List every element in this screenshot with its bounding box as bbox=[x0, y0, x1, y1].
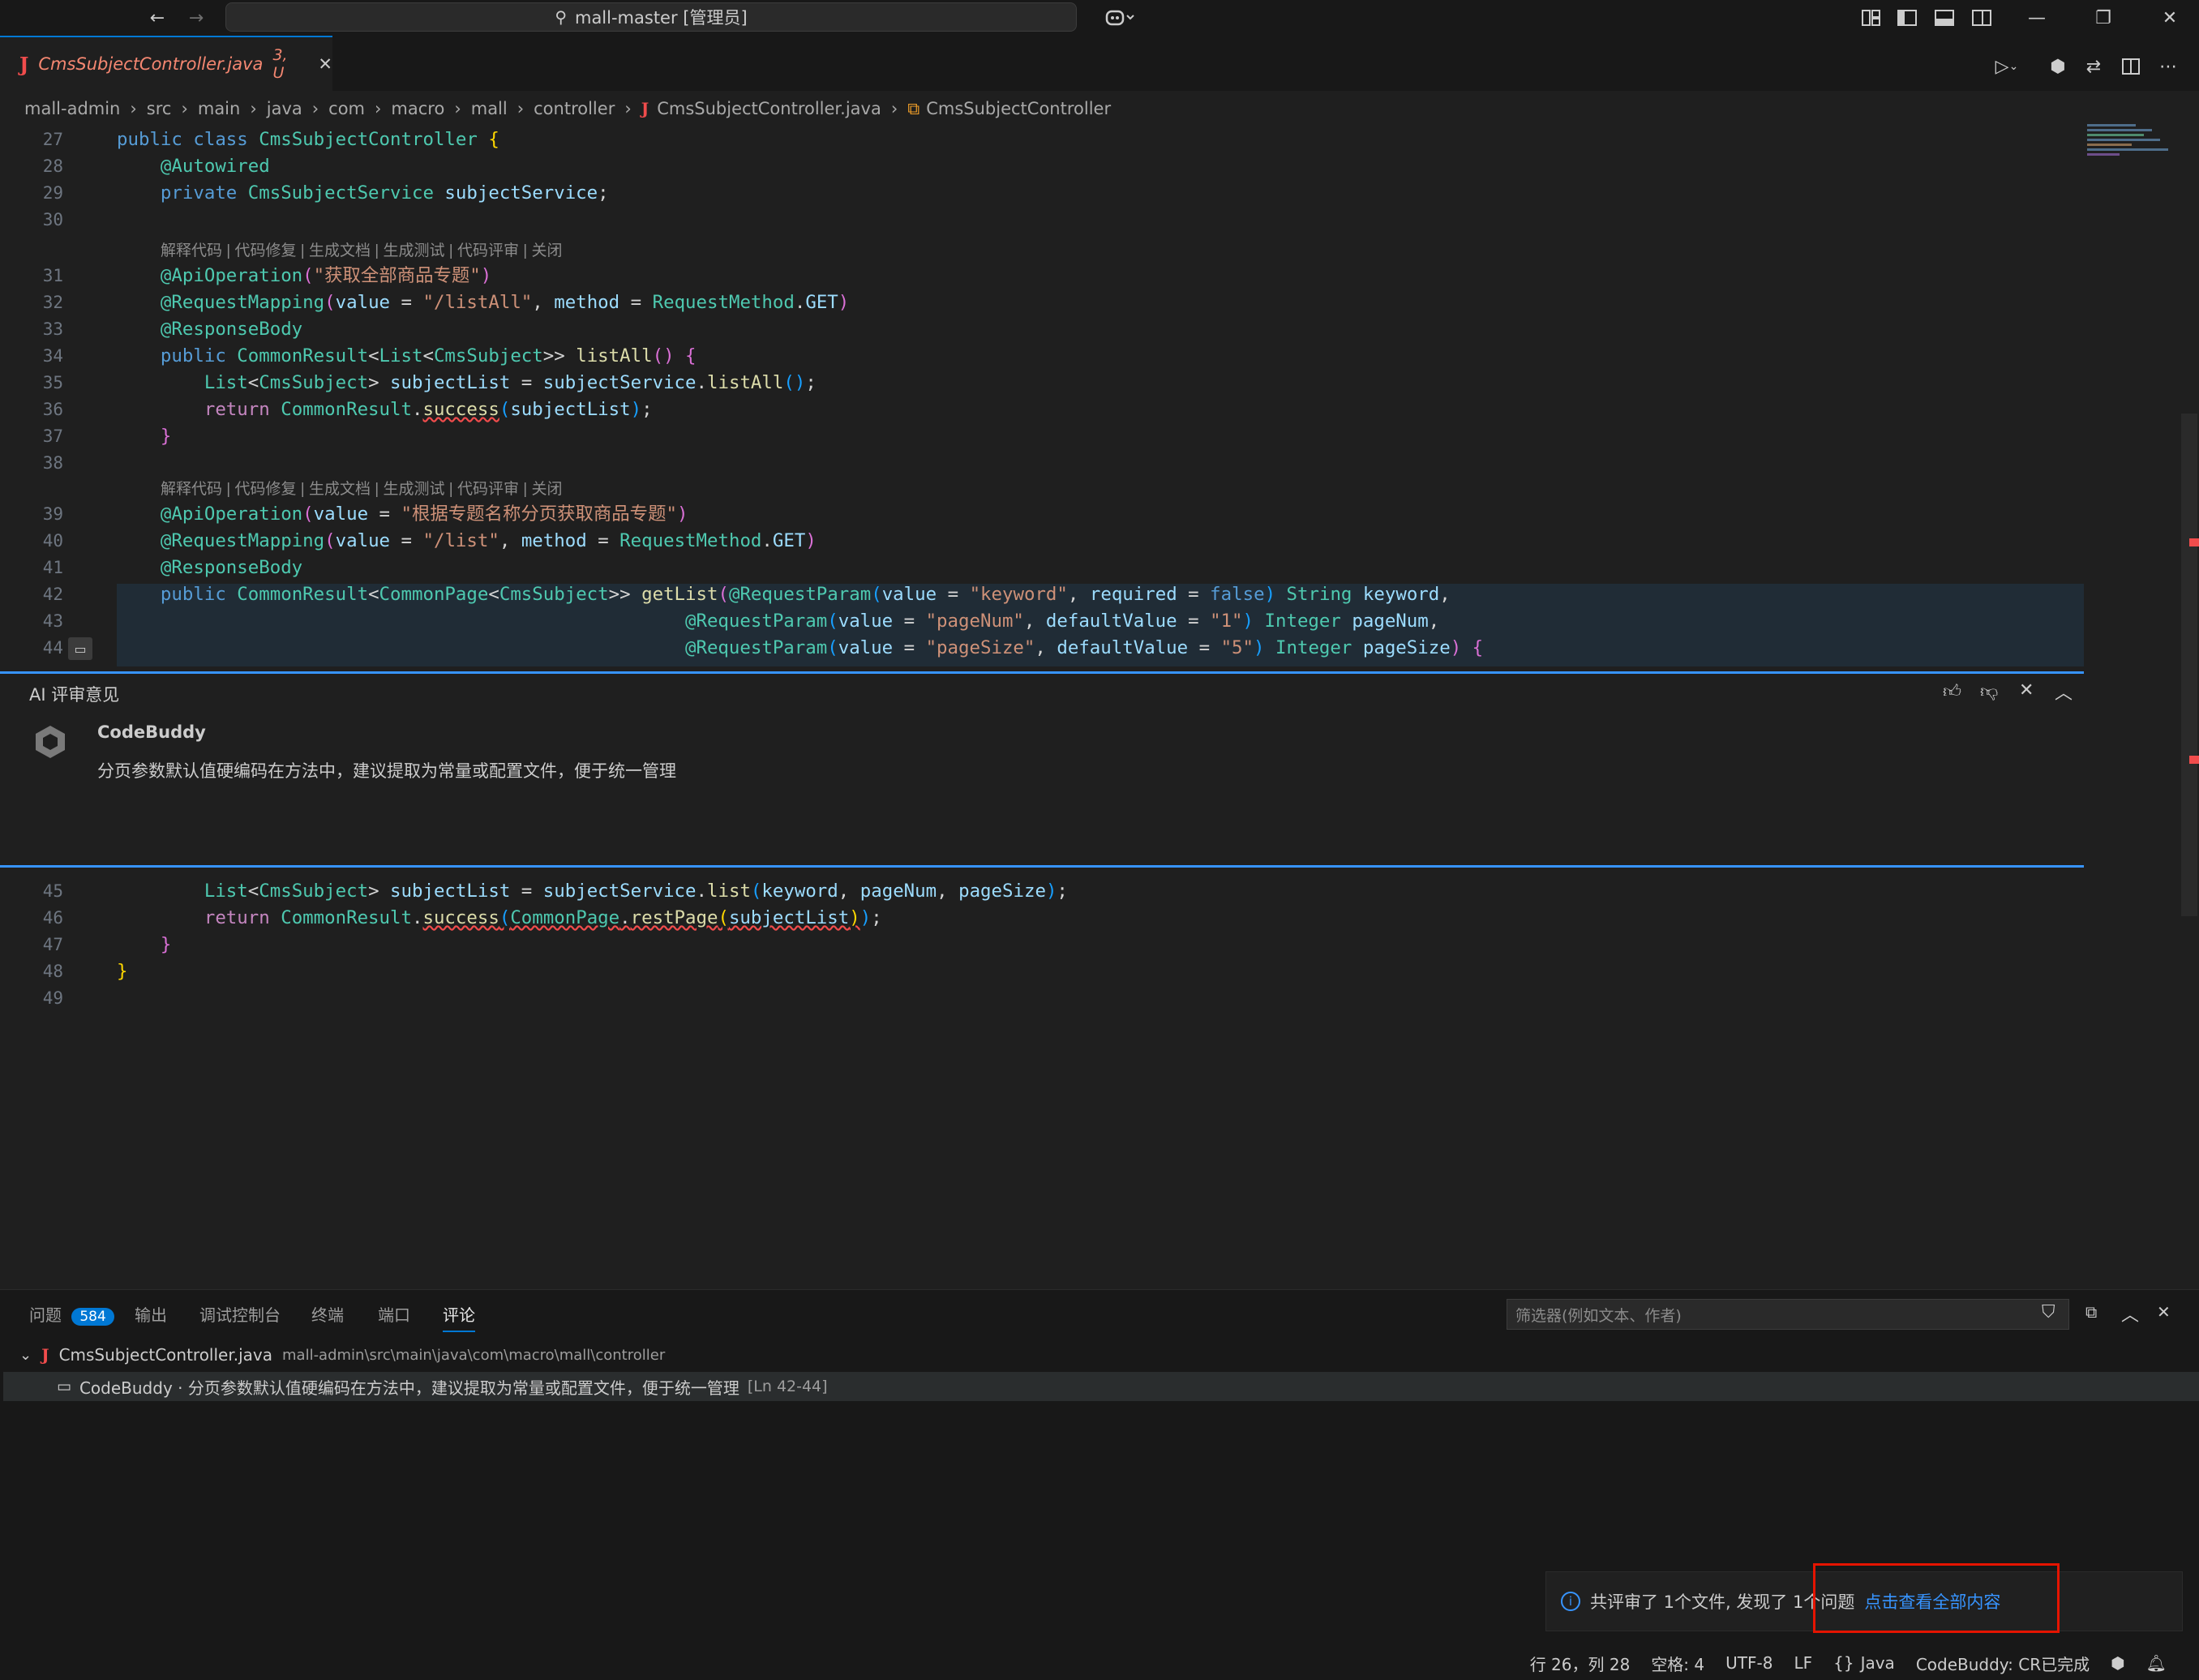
maximize-panel-icon[interactable]: ︿ bbox=[2121, 1301, 2139, 1326]
minimize-icon[interactable]: — bbox=[2024, 5, 2050, 31]
split-editor-icon[interactable] bbox=[2118, 54, 2144, 79]
highlight-box bbox=[1813, 1563, 2060, 1633]
review-author: CodeBuddy bbox=[97, 722, 206, 742]
review-comment: 分页参数默认值硬编码在方法中，建议提取为常量或配置文件，便于统一管理 bbox=[97, 761, 676, 781]
codelens-actions[interactable]: 解释代码 | 代码修复 | 生成文档 | 生成测试 | 代码评审 | 关闭 bbox=[161, 477, 562, 499]
class-symbol-icon: ⧉ bbox=[907, 98, 920, 118]
breadcrumb-item[interactable]: CmsSubjectController.java bbox=[657, 99, 881, 118]
codelens-actions[interactable]: 解释代码 | 代码修复 | 生成文档 | 生成测试 | 代码评审 | 关闭 bbox=[161, 238, 562, 260]
status-cursor-position[interactable]: 行 26，列 28 bbox=[1530, 1652, 1631, 1675]
comment-icon: ▭ bbox=[57, 1378, 71, 1395]
review-title: AI 评审意见 bbox=[29, 685, 120, 705]
back-arrow-icon[interactable]: ← bbox=[144, 5, 170, 31]
command-center-search[interactable]: ⚲ mall-master [管理员] bbox=[225, 2, 1077, 32]
error-marker bbox=[2189, 538, 2199, 546]
close-window-icon[interactable]: ✕ bbox=[2157, 5, 2183, 31]
close-panel-icon[interactable]: ✕ bbox=[2157, 1302, 2171, 1322]
braces-icon: {} bbox=[1833, 1653, 1854, 1673]
codebuddy-avatar bbox=[32, 724, 68, 760]
problems-count-badge: 584 bbox=[71, 1308, 114, 1326]
comment-item-row[interactable]: ▭ CodeBuddy · 分页参数默认值硬编码在方法中，建议提取为常量或配置文… bbox=[3, 1372, 2199, 1401]
search-icon: ⚲ bbox=[555, 7, 567, 27]
compare-changes-icon[interactable]: ⇄ bbox=[2081, 54, 2107, 79]
java-file-icon: J bbox=[641, 99, 649, 118]
copilot-icon[interactable] bbox=[1096, 5, 1145, 31]
restore-icon[interactable]: ❐ bbox=[2090, 5, 2116, 31]
codebuddy-toolbar-icon[interactable]: ⬢ bbox=[2045, 54, 2071, 79]
collapse-icon[interactable]: ︿ bbox=[2055, 679, 2073, 705]
tab-terminal[interactable]: 终端 bbox=[311, 1302, 344, 1326]
status-eol[interactable]: LF bbox=[1794, 1653, 1812, 1673]
comment-gutter-icon[interactable]: ▭ bbox=[68, 637, 92, 660]
comment-file-name: CmsSubjectController.java bbox=[58, 1345, 272, 1365]
comment-item-range: [Ln 42-44] bbox=[747, 1378, 828, 1395]
tab-badge: 3, U bbox=[272, 46, 288, 82]
editor-area-lower[interactable]: 45 List<CmsSubject> subjectList = subjec… bbox=[0, 878, 2084, 1024]
tab-problems[interactable]: 问题 584 bbox=[29, 1302, 114, 1326]
status-indentation[interactable]: 空格: 4 bbox=[1651, 1652, 1704, 1675]
command-center-label: mall-master [管理员] bbox=[574, 8, 748, 28]
comment-file-path: mall-admin\src\main\java\com\macro\mall\… bbox=[282, 1346, 666, 1364]
vertical-scrollbar[interactable] bbox=[2181, 414, 2197, 916]
status-language[interactable]: {} Java bbox=[1833, 1653, 1895, 1673]
filter-placeholder: 筛选器(例如文本、作者) bbox=[1515, 1306, 1682, 1325]
tab-close-icon[interactable]: ✕ bbox=[318, 54, 332, 74]
tab-comments[interactable]: 评论 bbox=[443, 1302, 475, 1332]
breadcrumb-item[interactable]: macro bbox=[391, 99, 444, 118]
java-file-icon: J bbox=[19, 52, 29, 76]
error-marker bbox=[2189, 756, 2199, 764]
info-icon: i bbox=[1561, 1592, 1580, 1611]
comment-item-text: CodeBuddy · 分页参数默认值硬编码在方法中，建议提取为常量或配置文件，… bbox=[79, 1378, 739, 1398]
tab-output[interactable]: 输出 bbox=[135, 1302, 167, 1326]
run-icon[interactable]: ▷ ⌄ bbox=[1987, 54, 2027, 79]
toggle-sidebar-icon[interactable] bbox=[1894, 5, 1920, 31]
editor-area[interactable]: 27 public class CmsSubjectController { 28… bbox=[0, 126, 2084, 671]
status-encoding[interactable]: UTF-8 bbox=[1725, 1653, 1772, 1673]
chevron-right-icon: › bbox=[517, 99, 525, 118]
notifications-bell-icon[interactable]: 🔔︎ bbox=[2146, 1653, 2167, 1673]
minimap[interactable] bbox=[2087, 122, 2176, 203]
filter-input[interactable]: 筛选器(例如文本、作者) bbox=[1507, 1299, 2069, 1330]
close-icon[interactable]: ✕ bbox=[2019, 680, 2034, 701]
customize-layout-icon[interactable] bbox=[1858, 5, 1884, 31]
breadcrumb-item[interactable]: com bbox=[328, 99, 365, 118]
editor-tab-active[interactable]: J CmsSubjectController.java 3, U ✕ bbox=[0, 36, 332, 91]
chevron-right-icon: › bbox=[181, 99, 188, 118]
chevron-right-icon: › bbox=[250, 99, 257, 118]
chevron-right-icon: › bbox=[311, 99, 319, 118]
breadcrumb-item[interactable]: mall-admin bbox=[24, 99, 120, 118]
breadcrumb-item[interactable]: mall bbox=[471, 99, 508, 118]
breadcrumb: mall-admin › src › main › java › com › macro ›… bbox=[0, 91, 2199, 126]
breadcrumb-item[interactable]: controller bbox=[534, 99, 615, 118]
breadcrumb-item[interactable]: src bbox=[147, 99, 172, 118]
status-bar: 行 26，列 28 空格: 4 UTF-8 LF {} Java CodeBudd… bbox=[0, 1646, 2199, 1680]
forward-arrow-icon[interactable]: → bbox=[183, 5, 209, 31]
breadcrumb-item[interactable]: CmsSubjectController bbox=[926, 99, 1111, 118]
toggle-panel-icon[interactable] bbox=[1931, 5, 1957, 31]
chevron-right-icon: › bbox=[375, 99, 382, 118]
chevron-right-icon: › bbox=[890, 99, 898, 118]
toggle-secondary-sidebar-icon[interactable] bbox=[1969, 5, 1995, 31]
status-codebuddy[interactable]: CodeBuddy: CR已完成 bbox=[1916, 1652, 2090, 1675]
more-actions-icon[interactable]: ⋯ bbox=[2155, 54, 2181, 79]
filter-icon[interactable]: ⛉ bbox=[2042, 1302, 2055, 1322]
java-file-icon: J bbox=[41, 1345, 49, 1365]
tab-debug-console[interactable]: 调试控制台 bbox=[199, 1302, 281, 1326]
chevron-right-icon: › bbox=[624, 99, 632, 118]
thumbs-down-icon[interactable]: 👎︎ bbox=[1980, 680, 1998, 702]
chevron-right-icon: › bbox=[130, 99, 137, 118]
codebuddy-status-icon[interactable]: ⬢ bbox=[2111, 1653, 2124, 1673]
comment-file-row[interactable]: ⌄ J CmsSubjectController.java mall-admin… bbox=[19, 1343, 665, 1367]
chevron-down-icon: ⌄ bbox=[19, 1346, 32, 1364]
chevron-right-icon: › bbox=[454, 99, 461, 118]
tab-filename: CmsSubjectController.java bbox=[38, 54, 264, 74]
breadcrumb-item[interactable]: main bbox=[198, 99, 240, 118]
thumbs-up-icon[interactable]: 👍︎ bbox=[1943, 680, 1961, 702]
tab-ports[interactable]: 端口 bbox=[378, 1302, 410, 1326]
ai-review-widget: AI 评审意见 👍︎ 👎︎ ✕ ︿ CodeBuddy 分页参数默认值硬编码在方… bbox=[0, 671, 2084, 868]
breadcrumb-item[interactable]: java bbox=[267, 99, 302, 118]
collapse-all-icon[interactable]: ⧉ bbox=[2085, 1302, 2097, 1322]
